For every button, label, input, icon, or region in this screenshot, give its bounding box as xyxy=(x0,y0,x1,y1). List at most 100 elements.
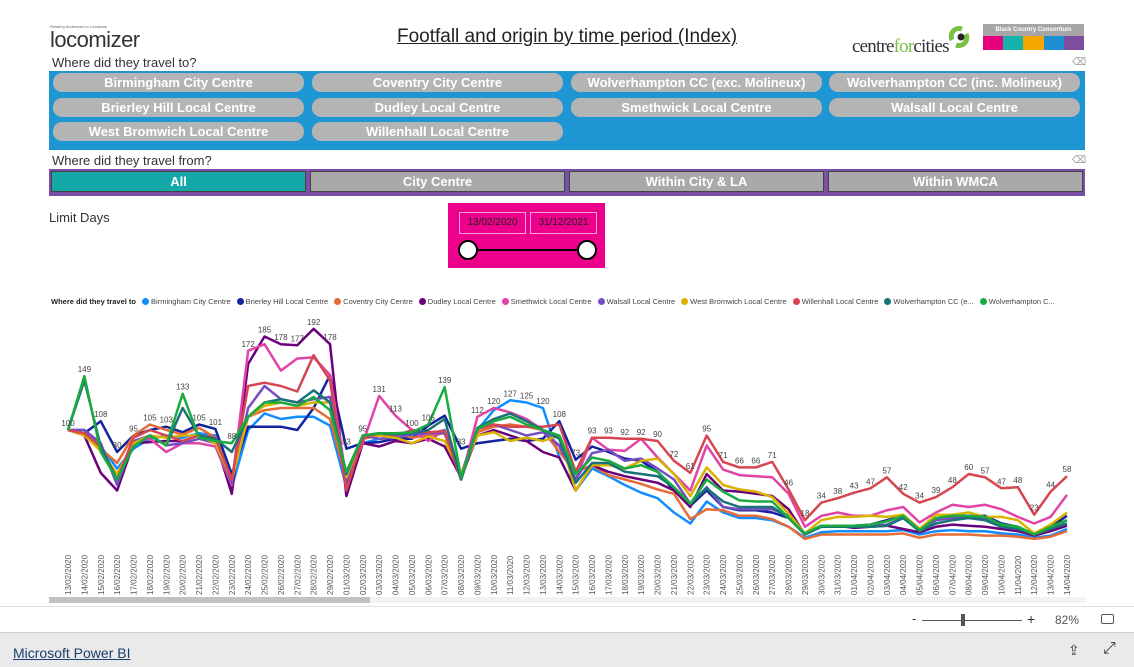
data-label: 58 xyxy=(1063,465,1072,474)
zoom-in-button[interactable]: + xyxy=(1027,611,1035,627)
x-tick-label: 25/02/2020 xyxy=(261,554,270,595)
legend-swatch xyxy=(979,298,987,305)
x-tick-label: 09/03/2020 xyxy=(473,554,482,595)
x-tick-label: 27/02/2020 xyxy=(293,554,302,595)
travel-to-label: Where did they travel to? xyxy=(52,55,197,70)
horizontal-scrollbar[interactable] xyxy=(49,597,1085,603)
x-tick-label: 09/04/2020 xyxy=(981,554,990,595)
x-tick-label: 20/03/2020 xyxy=(654,554,663,595)
x-tick-label: 08/03/2020 xyxy=(457,554,466,595)
start-date-handle[interactable] xyxy=(458,240,478,260)
x-tick-label: 14/03/2020 xyxy=(555,554,564,595)
x-tick-label: 16/03/2020 xyxy=(588,554,597,595)
x-tick-label: 04/04/2020 xyxy=(899,554,908,595)
x-tick-label: 19/03/2020 xyxy=(637,554,646,595)
x-tick-label: 18/03/2020 xyxy=(621,554,630,595)
fullscreen-icon[interactable]: ⤢ xyxy=(1103,640,1116,658)
legend-item[interactable]: Dudley Local Centre xyxy=(418,297,496,306)
power-bi-link[interactable]: Microsoft Power BI xyxy=(13,645,130,661)
x-tick-label: 11/03/2020 xyxy=(506,555,515,595)
x-tick-label: 03/04/2020 xyxy=(883,554,892,595)
data-label: 57 xyxy=(981,466,990,475)
travel-from-option[interactable]: City Centre xyxy=(310,171,565,192)
clear-selection-icon[interactable]: ⌫ xyxy=(1072,155,1086,166)
start-date-input[interactable]: 13/02/2020 xyxy=(459,212,526,234)
end-date-handle[interactable] xyxy=(577,240,597,260)
data-label: 93 xyxy=(604,427,613,436)
travel-to-slicer: Birmingham City Centre Coventry City Cent… xyxy=(49,71,1085,150)
legend-item[interactable]: Brierley Hill Local Centre xyxy=(236,297,328,306)
data-label: 61 xyxy=(686,462,695,471)
data-label: 120 xyxy=(536,397,550,406)
travel-to-option[interactable]: Walsall Local Centre xyxy=(829,98,1080,117)
travel-to-option[interactable]: Wolverhampton CC (inc. Molineux) xyxy=(829,73,1080,92)
travel-to-option[interactable]: Smethwick Local Centre xyxy=(571,98,822,117)
x-tick-label: 02/03/2020 xyxy=(359,554,368,595)
legend-item[interactable]: Wolverhampton CC (e... xyxy=(884,297,974,306)
travel-to-option[interactable]: Brierley Hill Local Centre xyxy=(53,98,304,117)
legend-label: Willenhall Local Centre xyxy=(801,297,879,306)
x-tick-label: 05/04/2020 xyxy=(916,554,925,595)
x-tick-label: 17/02/2020 xyxy=(130,554,139,595)
data-label: 83 xyxy=(457,438,466,447)
x-tick-label: 06/04/2020 xyxy=(932,554,941,595)
x-tick-label: 28/03/2020 xyxy=(785,554,794,595)
x-tick-label: 10/03/2020 xyxy=(490,554,499,595)
legend-swatch xyxy=(236,298,244,305)
x-tick-label: 25/03/2020 xyxy=(735,554,744,595)
data-label: 178 xyxy=(323,333,337,342)
x-tick-label: 29/02/2020 xyxy=(326,554,335,595)
chart-legend: Where did they travel to Birmingham City… xyxy=(51,297,1061,306)
x-tick-label: 12/03/2020 xyxy=(523,554,532,595)
travel-to-option[interactable]: Wolverhampton CC (exc. Molineux) xyxy=(571,73,822,92)
date-range-slicer: 13/02/2020 31/12/2021 xyxy=(448,203,605,268)
travel-from-option[interactable]: Within City & LA xyxy=(569,171,824,192)
legend-swatch xyxy=(792,298,800,305)
legend-label: Wolverhampton C... xyxy=(988,297,1055,306)
data-label: 95 xyxy=(129,425,138,434)
data-label: 60 xyxy=(964,463,973,472)
data-label: 127 xyxy=(504,389,518,398)
travel-to-option[interactable]: Birmingham City Centre xyxy=(53,73,304,92)
data-label: 93 xyxy=(588,427,597,436)
travel-from-label: Where did they travel from? xyxy=(52,153,212,168)
zoom-slider-handle[interactable] xyxy=(961,614,965,626)
legend-label: Birmingham City Centre xyxy=(151,297,231,306)
data-label: 133 xyxy=(176,383,190,392)
x-tick-label: 19/02/2020 xyxy=(162,554,171,595)
data-label: 172 xyxy=(241,340,255,349)
travel-to-option[interactable]: Coventry City Centre xyxy=(312,73,563,92)
x-tick-label: 23/03/2020 xyxy=(703,554,712,595)
data-label: 100 xyxy=(61,419,75,428)
footer-bar: Microsoft Power BI ⇪ ⤢ xyxy=(0,632,1134,667)
travel-to-option[interactable]: West Bromwich Local Centre xyxy=(53,122,304,141)
legend-item[interactable]: West Bromwich Local Centre xyxy=(681,297,787,306)
legend-item[interactable]: Willenhall Local Centre xyxy=(792,297,879,306)
travel-to-option[interactable]: Dudley Local Centre xyxy=(312,98,563,117)
legend-swatch xyxy=(884,298,892,305)
legend-item[interactable]: Birmingham City Centre xyxy=(142,297,231,306)
x-tick-label: 17/03/2020 xyxy=(604,554,613,595)
zoom-out-button[interactable]: - xyxy=(912,611,916,626)
travel-to-option[interactable]: Willenhall Local Centre xyxy=(312,122,563,141)
legend-item[interactable]: Walsall Local Centre xyxy=(597,297,675,306)
x-tick-label: 06/03/2020 xyxy=(424,554,433,595)
legend-item[interactable]: Wolverhampton C... xyxy=(979,297,1055,306)
x-tick-label: 28/02/2020 xyxy=(310,554,319,595)
legend-label: Dudley Local Centre xyxy=(427,297,496,306)
end-date-input[interactable]: 31/12/2021 xyxy=(530,212,597,234)
legend-item[interactable]: Smethwick Local Centre xyxy=(501,297,592,306)
share-icon[interactable]: ⇪ xyxy=(1068,642,1080,659)
x-tick-label: 02/04/2020 xyxy=(866,554,875,595)
date-slider-track[interactable] xyxy=(468,249,586,251)
data-label: 43 xyxy=(850,482,859,491)
travel-from-option[interactable]: All xyxy=(51,171,306,192)
x-tick-label: 21/02/2020 xyxy=(195,554,204,595)
data-label: 88 xyxy=(227,432,236,441)
legend-item[interactable]: Coventry City Centre xyxy=(334,297,413,306)
travel-from-option[interactable]: Within WMCA xyxy=(828,171,1083,192)
clear-selection-icon[interactable]: ⌫ xyxy=(1072,57,1086,68)
zoom-slider[interactable] xyxy=(922,620,1022,621)
scrollbar-thumb[interactable] xyxy=(49,597,370,603)
fit-to-page-icon[interactable] xyxy=(1101,614,1114,624)
